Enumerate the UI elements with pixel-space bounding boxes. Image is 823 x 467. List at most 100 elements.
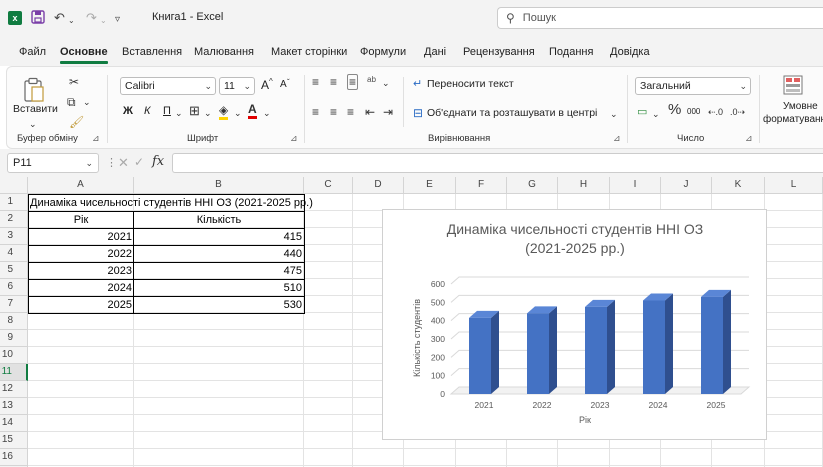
row-header-3[interactable]: 3 xyxy=(0,228,28,245)
cell-year[interactable]: 2025 xyxy=(28,297,134,314)
accounting-dropdown-icon[interactable]: ⌄ xyxy=(652,107,660,121)
row-header-4[interactable]: 4 xyxy=(0,245,28,262)
fill-color-icon[interactable]: ◈ xyxy=(219,103,229,120)
align-middle-icon[interactable]: ≡ xyxy=(330,75,337,89)
cell-year[interactable]: 2022 xyxy=(28,246,134,263)
merge-dropdown-icon[interactable]: ⌄ xyxy=(610,107,618,121)
shrink-font-button[interactable]: A xyxy=(280,79,287,90)
column-header-g[interactable]: G xyxy=(507,177,558,194)
cell-count[interactable]: 475 xyxy=(134,263,304,280)
column-header-i[interactable]: I xyxy=(610,177,661,194)
decrease-indent-icon[interactable]: ⇤ xyxy=(365,105,375,119)
row-header-12[interactable]: 12 xyxy=(0,381,28,398)
tab-home[interactable]: Основне xyxy=(60,46,108,64)
tab-formulas[interactable]: Формули xyxy=(360,46,406,58)
tab-help[interactable]: Довідка xyxy=(610,46,650,58)
cell-year[interactable]: 2024 xyxy=(28,280,134,297)
column-header-d[interactable]: D xyxy=(353,177,404,194)
tab-page-layout[interactable]: Макет сторінки xyxy=(271,46,347,58)
align-center-icon[interactable]: ≡ xyxy=(330,105,337,119)
worksheet-grid[interactable]: ABCDEFGHIJKL 1234567891011121314151617 Д… xyxy=(0,177,823,467)
row-header-8[interactable]: 8 xyxy=(0,313,28,330)
wrap-text-button[interactable]: Переносити текст xyxy=(427,78,514,90)
row-header-14[interactable]: 14 xyxy=(0,415,28,432)
column-header-b[interactable]: B xyxy=(134,177,304,194)
underline-button[interactable]: П xyxy=(163,105,171,117)
clipboard-launcher-icon[interactable]: ⊿ xyxy=(92,133,100,144)
font-size-select[interactable]: 11 ⌄ xyxy=(219,77,255,95)
tab-draw[interactable]: Малювання xyxy=(194,46,254,58)
borders-dropdown-icon[interactable]: ⌄ xyxy=(204,106,212,120)
alignment-launcher-icon[interactable]: ⊿ xyxy=(613,133,621,144)
row-header-2[interactable]: 2 xyxy=(0,211,28,228)
accounting-format-icon[interactable]: ▭ xyxy=(637,105,647,119)
merge-center-icon[interactable]: ⊟ xyxy=(413,106,423,120)
bold-button[interactable]: Ж xyxy=(123,105,133,117)
format-painter-icon[interactable]: 🖌 xyxy=(69,115,84,129)
font-color-icon[interactable]: A xyxy=(248,102,257,119)
italic-button[interactable]: К xyxy=(144,105,150,117)
align-right-icon[interactable]: ≡ xyxy=(347,105,354,119)
column-header-h[interactable]: H xyxy=(558,177,610,194)
more-options-icon[interactable]: ⋮ xyxy=(106,156,117,169)
name-box[interactable]: P11 ⌄ xyxy=(7,153,99,173)
comma-style-button[interactable]: 000 xyxy=(687,107,700,116)
cell-year[interactable]: 2023 xyxy=(28,263,134,280)
cell-a1-title[interactable]: Динаміка чисельності студентів ННІ ОЗ (2… xyxy=(28,195,315,212)
tab-data[interactable]: Дані xyxy=(424,46,446,58)
conditional-formatting-label-1[interactable]: Умовне xyxy=(783,101,818,112)
search-box[interactable]: ⚲ Пошук xyxy=(497,7,823,29)
tab-view[interactable]: Подання xyxy=(549,46,593,58)
percent-icon[interactable]: % xyxy=(668,102,681,117)
fill-color-dropdown-icon[interactable]: ⌄ xyxy=(234,106,242,120)
copy-dropdown-icon[interactable]: ⌄ xyxy=(83,95,91,109)
row-header-16[interactable]: 16 xyxy=(0,449,28,466)
column-chart[interactable]: Динаміка чисельності студентів ННІ ОЗ (2… xyxy=(382,209,767,440)
enter-icon[interactable]: ✓ xyxy=(134,155,144,169)
row-header-6[interactable]: 6 xyxy=(0,279,28,296)
row-header-11[interactable]: 11 xyxy=(0,364,28,381)
redo-dropdown-icon[interactable]: ⌄ xyxy=(100,13,107,29)
tab-review[interactable]: Рецензування xyxy=(463,46,535,58)
cell-a2-header[interactable]: Рік xyxy=(28,212,134,229)
formula-input[interactable] xyxy=(172,153,823,173)
font-color-dropdown-icon[interactable]: ⌄ xyxy=(263,106,271,120)
row-header-15[interactable]: 15 xyxy=(0,432,28,449)
conditional-formatting-label-2[interactable]: форматування xyxy=(763,114,823,125)
row-header-9[interactable]: 9 xyxy=(0,330,28,347)
cut-icon[interactable]: ✂ xyxy=(69,75,79,89)
number-launcher-icon[interactable]: ⊿ xyxy=(745,133,753,144)
align-top-icon[interactable]: ≡ xyxy=(312,75,319,89)
align-left-icon[interactable]: ≡ xyxy=(312,105,319,119)
column-header-k[interactable]: K xyxy=(712,177,765,194)
grow-font-button[interactable]: A xyxy=(261,78,269,92)
customize-qat-icon[interactable]: ▿ xyxy=(115,12,120,28)
row-header-5[interactable]: 5 xyxy=(0,262,28,279)
cell-count[interactable]: 440 xyxy=(134,246,304,263)
increase-decimal-icon[interactable]: ⇠.0 xyxy=(708,105,723,119)
save-icon[interactable] xyxy=(31,10,45,28)
undo-dropdown-icon[interactable]: ⌄ xyxy=(68,13,75,29)
borders-icon[interactable]: ⊞ xyxy=(189,104,200,118)
cell-count[interactable]: 530 xyxy=(134,297,304,314)
select-all-corner[interactable] xyxy=(0,177,28,194)
row-header-7[interactable]: 7 xyxy=(0,296,28,313)
row-header-13[interactable]: 13 xyxy=(0,398,28,415)
row-header-10[interactable]: 10 xyxy=(0,347,28,364)
font-name-select[interactable]: Calibri ⌄ xyxy=(120,77,216,95)
underline-dropdown-icon[interactable]: ⌄ xyxy=(175,106,183,120)
cell-count[interactable]: 415 xyxy=(134,229,304,246)
undo-icon[interactable]: ↶ xyxy=(54,10,65,26)
increase-indent-icon[interactable]: ⇥ xyxy=(383,105,393,119)
column-header-l[interactable]: L xyxy=(765,177,823,194)
decrease-decimal-icon[interactable]: .0⇢ xyxy=(730,105,745,119)
column-header-f[interactable]: F xyxy=(456,177,507,194)
conditional-formatting-icon[interactable] xyxy=(783,75,803,98)
align-bottom-icon[interactable]: ≡ xyxy=(347,74,359,90)
redo-icon[interactable]: ↷ xyxy=(86,10,97,26)
copy-icon[interactable]: ⧉ xyxy=(67,95,76,109)
orientation-dropdown-icon[interactable]: ⌄ xyxy=(382,76,390,90)
cell-b2-header[interactable]: Кількість xyxy=(134,212,304,229)
cancel-icon[interactable]: ✕ xyxy=(118,155,129,171)
column-header-c[interactable]: C xyxy=(304,177,353,194)
